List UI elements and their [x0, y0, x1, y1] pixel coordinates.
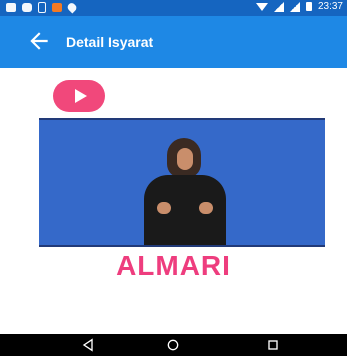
signer-right-hand: [199, 202, 213, 214]
signer-body: [144, 175, 226, 245]
nav-recents-icon: [268, 340, 278, 350]
system-status: 23:37: [255, 1, 343, 12]
nav-back-button[interactable]: [78, 337, 98, 353]
signer-left-hand: [157, 202, 171, 214]
usb-icon: [38, 2, 46, 13]
battery-icon: [305, 2, 312, 11]
facebook-icon: [6, 3, 16, 12]
signer-face: [177, 148, 193, 170]
sign-word: ALMARI: [116, 250, 231, 281]
arrow-left-icon: [30, 32, 48, 50]
location-icon: [65, 1, 79, 14]
nav-home-icon: [167, 339, 179, 351]
back-button[interactable]: [26, 28, 52, 54]
nav-home-button[interactable]: [163, 337, 183, 353]
wifi-icon: [255, 2, 268, 11]
navigation-bar: [0, 334, 347, 356]
signal-icon: [289, 1, 300, 12]
chat-icon: [22, 3, 32, 12]
clock: 23:37: [317, 1, 343, 12]
play-icon: [74, 89, 87, 103]
app-bar: Detail Isyarat: [0, 16, 347, 68]
nav-back-icon: [82, 338, 93, 352]
status-bar: 23:37: [0, 0, 347, 16]
app-notification-icon: [52, 3, 62, 12]
sign-video[interactable]: [39, 118, 325, 247]
notification-icons: [6, 1, 79, 14]
signal-icon: [273, 1, 284, 12]
play-button[interactable]: [53, 80, 105, 112]
nav-recents-button[interactable]: [263, 337, 283, 353]
page-title: Detail Isyarat: [66, 34, 154, 50]
